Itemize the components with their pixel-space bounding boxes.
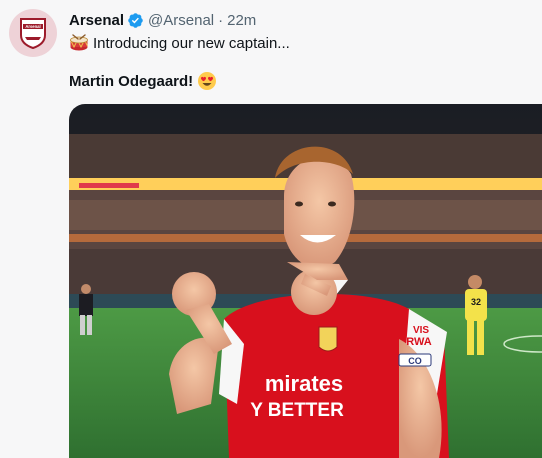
captain-photo-image: 32 mirates Y BETTER VIS RWA CO	[69, 104, 542, 458]
tweet-text-name: Martin Odegaard!	[69, 72, 194, 90]
svg-text:Arsenal: Arsenal	[25, 24, 40, 29]
svg-text:RWA: RWA	[406, 336, 432, 348]
separator-dot: ·	[218, 11, 224, 29]
svg-text:Y BETTER: Y BETTER	[250, 400, 344, 421]
heart-eyes-emoji-icon	[197, 71, 217, 91]
tweet-timestamp[interactable]: 22m	[227, 12, 256, 29]
verified-badge-icon	[127, 12, 144, 29]
tweet-text-intro: Introducing our new captain...	[93, 34, 290, 52]
author-handle[interactable]: @Arsenal	[148, 12, 214, 29]
tweet-header: Arsenal @Arsenal · 22m	[69, 9, 256, 31]
arsenal-crest-icon: Arsenal	[20, 18, 46, 49]
svg-text:CO: CO	[408, 356, 422, 366]
author-name[interactable]: Arsenal	[69, 12, 124, 29]
tweet-text-line-2: Martin Odegaard!	[69, 70, 217, 92]
tweet-text-line-1: Introducing our new captain...	[69, 33, 290, 53]
svg-text:32: 32	[471, 297, 481, 307]
svg-text:VIS: VIS	[413, 325, 429, 336]
drum-emoji-icon	[69, 34, 89, 52]
tweet-photo[interactable]: 32 mirates Y BETTER VIS RWA CO	[69, 104, 542, 458]
svg-text:mirates: mirates	[265, 371, 343, 396]
avatar[interactable]: Arsenal	[9, 9, 57, 57]
